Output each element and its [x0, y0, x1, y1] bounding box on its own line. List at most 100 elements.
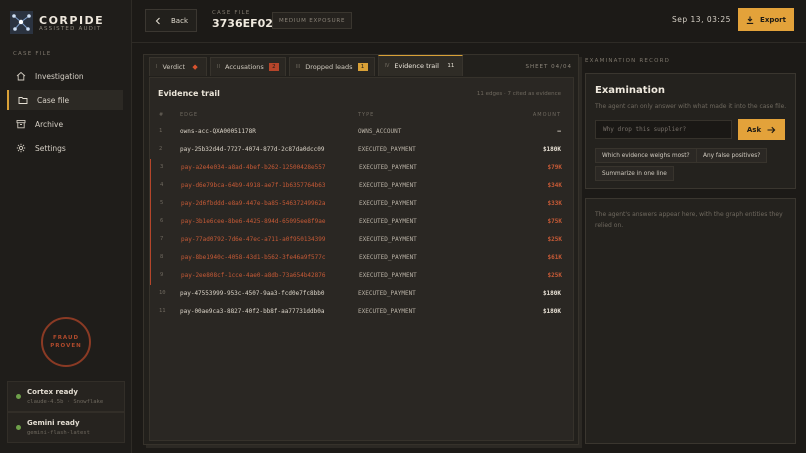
export-button[interactable]: Export — [738, 8, 794, 31]
status-dot — [16, 425, 21, 430]
sidebar: CORPIDE ASSISTED AUDIT CASE FILE Investi… — [0, 0, 132, 453]
sidebar-item-label: Archive — [35, 119, 64, 129]
datetime: Sep 13, 03:25 — [672, 15, 731, 24]
edge-type: OWNS_ACCOUNT — [358, 128, 402, 135]
edge-amount: — — [557, 128, 561, 135]
edge-id: pay-25b32d4d-7727-4074-877d-2c87da0dcc09 — [180, 146, 325, 153]
edge-amount: $79K — [547, 164, 562, 171]
logo-icon — [10, 11, 33, 34]
edge-type: EXECUTED_PAYMENT — [359, 236, 417, 243]
row-number: 11 — [159, 308, 166, 314]
edge-type: EXECUTED_PAYMENT — [359, 218, 417, 225]
evidence-trail-table: Evidence trail 11 edges · 7 cited as evi… — [149, 77, 574, 441]
export-label: Export — [760, 15, 786, 24]
table-row-cited[interactable]: 9 pay-2ee808cf-1cce-4ae0-a8db-73a654b428… — [150, 267, 574, 285]
edge-type: EXECUTED_PAYMENT — [359, 200, 417, 207]
tab-accusations[interactable]: II Accusations 2 — [210, 57, 286, 76]
tab-verdict[interactable]: I Verdict ◆ — [149, 57, 208, 76]
edge-type: EXECUTED_PAYMENT — [358, 146, 416, 153]
row-number: 6 — [160, 218, 164, 224]
edge-type: EXECUTED_PAYMENT — [358, 290, 416, 297]
row-number: 10 — [159, 290, 166, 296]
tab-number: II — [217, 64, 220, 70]
suggestion-chip[interactable]: Summarize in one line — [595, 166, 674, 181]
arrow-right-icon — [767, 126, 776, 133]
edge-amount: $25K — [547, 272, 562, 279]
edge-type: EXECUTED_PAYMENT — [359, 164, 417, 171]
column-header-amount: AMOUNT — [532, 112, 561, 118]
edge-id: pay-2d6fbddd-e8a9-447e-ba85-54637249962a — [181, 200, 326, 207]
edge-id: pay-00ae9ca3-8827-40f2-bb8f-aa77731ddb0a — [180, 308, 325, 315]
table-row-cited[interactable]: 6 pay-3b1e6cee-8be6-4425-894d-65095ee8f9… — [150, 213, 574, 231]
table-row[interactable]: 10 pay-47553999-953c-4507-9aa3-fcd0e7fc8… — [150, 285, 573, 303]
download-icon — [746, 16, 754, 24]
home-icon — [15, 71, 26, 82]
edge-amount: $61K — [547, 254, 562, 261]
sidebar-item-archive[interactable]: Archive — [7, 114, 123, 134]
column-header-num: # — [159, 112, 165, 118]
table-row-cited[interactable]: 5 pay-2d6fbddd-e8a9-447e-ba85-5463724996… — [150, 195, 574, 213]
status-title: Gemini ready — [27, 419, 80, 427]
sidebar-item-label: Investigation — [35, 71, 84, 81]
stamp-line-1: FRAUD — [52, 335, 80, 341]
archive-icon — [15, 119, 26, 130]
edge-type: EXECUTED_PAYMENT — [359, 182, 417, 189]
edge-id: pay-77ad0792-7d6e-47ec-a711-a0f950134399 — [181, 236, 326, 243]
tab-number: III — [295, 64, 301, 70]
edge-type: EXECUTED_PAYMENT — [359, 254, 417, 261]
row-number: 7 — [160, 236, 164, 242]
status-detail: claude-4.5b · Snowflake — [27, 399, 104, 405]
edge-amount: $180K — [542, 290, 561, 297]
sidebar-item-case-file[interactable]: Case file — [7, 90, 123, 110]
sidebar-item-investigation[interactable]: Investigation — [7, 66, 123, 86]
back-button[interactable]: Back — [145, 9, 197, 32]
edge-amount: $25K — [547, 236, 562, 243]
edge-amount: $180K — [542, 308, 561, 315]
sidebar-item-label: Settings — [35, 143, 66, 153]
table-row-cited[interactable]: 8 pay-8be1940c-4058-43d1-b562-3fe46a9f57… — [150, 249, 574, 267]
suggestion-chip[interactable]: Which evidence weighs most? — [595, 148, 697, 163]
answers-placeholder: The agent's answers appear here, with th… — [595, 211, 783, 229]
status-detail: gemini-flash-latest — [27, 430, 90, 436]
table-row-cited[interactable]: 4 pay-d6e79bca-64b9-4918-ae7f-1b6357764b… — [150, 177, 574, 195]
sheet-indicator: SHEET 04/04 — [525, 64, 572, 70]
tab-dropped-leads[interactable]: III Dropped leads 1 — [288, 57, 375, 76]
table-row[interactable]: 1 owns-acc-QXA00051178R OWNS_ACCOUNT — — [150, 123, 573, 141]
status-title: Cortex ready — [27, 388, 78, 396]
top-bar: Back CASE FILE 3736EF02 MEDIUM EXPOSURE … — [132, 0, 806, 43]
gear-icon — [15, 143, 26, 154]
tab-label: Dropped leads — [305, 63, 353, 71]
examination-subtitle: The agent can only answer with what made… — [595, 103, 787, 110]
evidence-meta: 11 edges · 7 cited as evidence — [476, 91, 561, 97]
back-label: Back — [171, 16, 188, 25]
ask-label: Ask — [746, 125, 762, 134]
count-badge: 11 — [447, 63, 455, 69]
examination-panel: Examination The agent can only answer wi… — [585, 73, 796, 189]
row-number: 1 — [159, 128, 163, 134]
folder-icon — [17, 95, 28, 106]
table-row[interactable]: 2 pay-25b32d4d-7727-4074-877d-2c87da0dcc… — [150, 141, 573, 159]
edge-amount: $33K — [547, 200, 562, 207]
tab-label: Accusations — [225, 63, 264, 71]
table-row-cited[interactable]: 3 pay-a2e4e034-a8ad-4bef-b262-12500428e5… — [150, 159, 574, 177]
ask-button[interactable]: Ask — [738, 119, 785, 140]
question-input[interactable]: Why drop this supplier? — [595, 120, 732, 139]
edge-type: EXECUTED_PAYMENT — [359, 272, 417, 279]
column-header-edge: EDGE — [180, 112, 199, 118]
suggestion-chip[interactable]: Any false positives? — [696, 148, 768, 163]
sidebar-item-settings[interactable]: Settings — [7, 138, 123, 158]
row-number: 4 — [160, 182, 164, 188]
case-file-label: CASE FILE — [212, 10, 251, 16]
brand-subtitle: ASSISTED AUDIT — [39, 26, 102, 32]
status-dot — [16, 394, 21, 399]
edge-id: pay-47553999-953c-4507-9aa3-fcd0e7fc8bb0 — [180, 290, 325, 297]
edge-amount: $180K — [542, 146, 561, 153]
tab-evidence-trail[interactable]: IV Evidence trail 11 — [377, 55, 463, 76]
table-row[interactable]: 11 pay-00ae9ca3-8827-40f2-bb8f-aa77731dd… — [150, 303, 573, 321]
case-sheet-panel: I Verdict ◆ II Accusations 2 III Dropped… — [143, 54, 579, 445]
edge-id: pay-d6e79bca-64b9-4918-ae7f-1b6357764b63 — [181, 182, 326, 189]
answers-panel: The agent's answers appear here, with th… — [585, 198, 796, 444]
edge-type: EXECUTED_PAYMENT — [358, 308, 416, 315]
table-row-cited[interactable]: 7 pay-77ad0792-7d6e-47ec-a711-a0f9501343… — [150, 231, 574, 249]
chevron-left-icon — [155, 17, 160, 24]
